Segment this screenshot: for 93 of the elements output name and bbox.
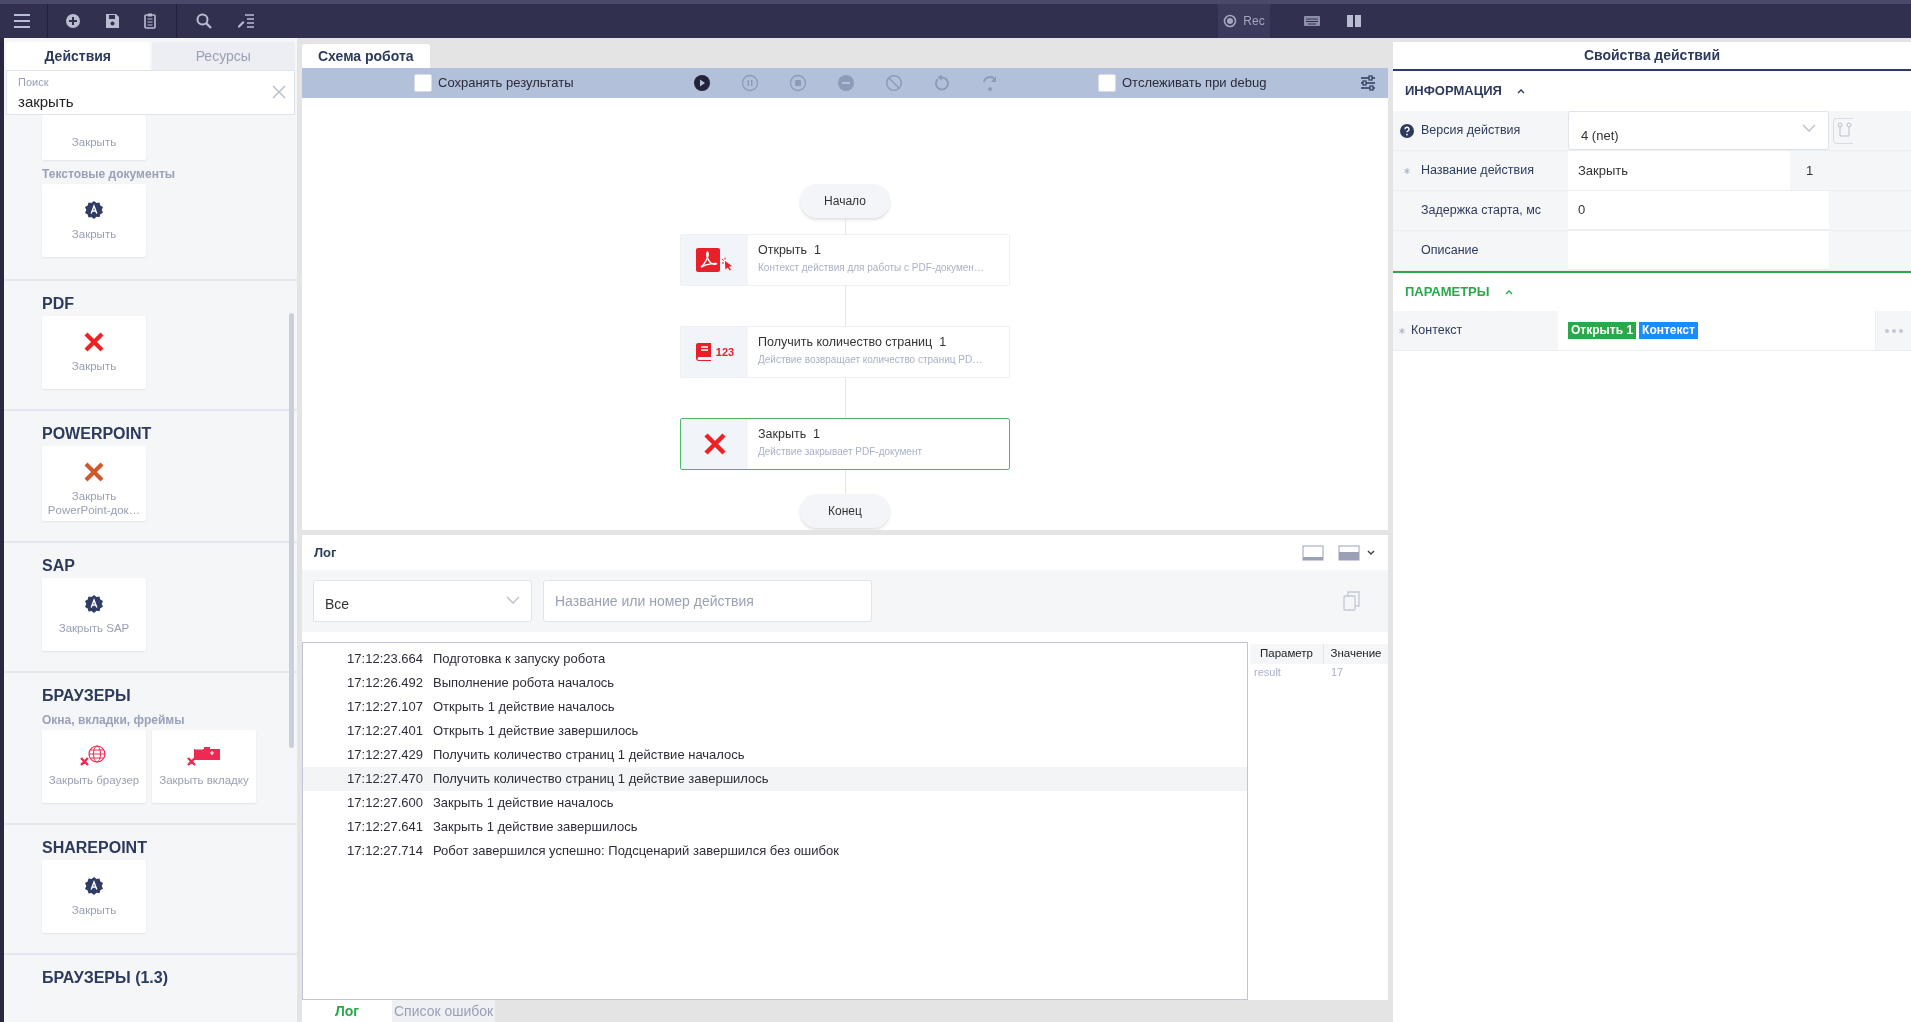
- field-label: Версия действия: [1421, 122, 1521, 140]
- action-label: Закрыть: [70, 903, 118, 917]
- section-title: SHAREPOINT: [42, 838, 148, 858]
- name-field[interactable]: Закрыть: [1568, 151, 1790, 190]
- panel-title: Лог: [314, 543, 337, 562]
- log-entry[interactable]: 17:12:27.401 Открыть 1 действие завершилось: [303, 719, 1247, 743]
- node-description: Действие закрывает PDF-документ: [758, 445, 922, 459]
- field-label: Название действия: [1421, 162, 1534, 180]
- schema-tab[interactable]: Схема робота: [302, 44, 430, 68]
- cross-icon: [83, 331, 105, 353]
- badge-icon: [84, 200, 104, 220]
- section-title: SAP: [42, 556, 76, 576]
- log-entry[interactable]: 17:12:27.600 Закрыть 1 действие началось: [303, 791, 1247, 815]
- rec-button[interactable]: Rec: [1218, 4, 1270, 38]
- log-entry[interactable]: 17:12:27.714 Робот завершился успешно: Подсценарий завершился без ошибок: [303, 839, 1247, 863]
- debug-checkbox[interactable]: Отслеживать при debug: [1098, 73, 1267, 93]
- log-search-field[interactable]: Название или номер действия: [543, 580, 872, 622]
- badge-icon: [84, 594, 104, 614]
- scrollbar[interactable]: [289, 313, 294, 748]
- field-label: Контекст: [1411, 322, 1463, 340]
- column-header: Параметр: [1250, 644, 1324, 664]
- action-node[interactable]: 123 Получить количество страниц 1 Действие возвращает количество страниц PD…: [680, 326, 1010, 378]
- flow-terminal[interactable]: Конец: [800, 494, 890, 528]
- version-dropdown[interactable]: 4 (net): [1568, 111, 1829, 150]
- chevron-icon[interactable]: [1515, 87, 1526, 95]
- log-entry[interactable]: 17:12:27.470 Получить количество страниц 1 действие завершилось: [303, 767, 1247, 791]
- table-cell-text: 17: [1330, 665, 1345, 680]
- table-cell-text: result: [1253, 665, 1282, 680]
- action-label: Закрыть: [70, 359, 118, 373]
- layout-split-icon[interactable]: [1338, 544, 1360, 561]
- panel-title: Свойства действий: [1393, 42, 1911, 71]
- action-label: Закрыть: [70, 227, 118, 241]
- field-label: Задержка старта, мс: [1421, 202, 1542, 220]
- log-entry[interactable]: 17:12:27.107 Открыть 1 действие началось: [303, 695, 1247, 719]
- search-label: Поиск: [18, 76, 50, 89]
- filter-dropdown[interactable]: Все: [313, 580, 532, 622]
- counter-label: 1: [1804, 161, 1815, 180]
- column-header: Значение: [1329, 646, 1383, 662]
- log-entry[interactable]: 17:12:23.664 Подготовка к запуску робота: [303, 647, 1247, 671]
- flow-terminal[interactable]: Начало: [800, 184, 890, 218]
- action-label: Закрыть: [70, 135, 118, 149]
- action-label: Закрыть вкладку: [158, 773, 250, 787]
- action-label: Закрыть PowerPoint-док…: [47, 489, 141, 517]
- action-node[interactable]: Открыть 1 Контекст действия для работы с PDF-докумен…: [680, 234, 1010, 286]
- badge-icon: [84, 876, 104, 896]
- action-node[interactable]: Закрыть 1 Действие закрывает PDF-документ: [680, 418, 1010, 470]
- book-icon[interactable]: [1346, 13, 1362, 29]
- section-subtitle: Текстовые документы: [42, 166, 176, 182]
- cross-icon: [702, 432, 727, 456]
- text-field[interactable]: 0: [1568, 191, 1829, 230]
- help-icon[interactable]: [1400, 123, 1414, 138]
- edit-list-icon[interactable]: [236, 11, 256, 31]
- panel-tab[interactable]: Действия: [6, 42, 150, 70]
- action-label: Закрыть браузер: [47, 773, 141, 787]
- section-title: БРАУЗЕРЫ (1.3): [42, 968, 170, 988]
- field-label: Описание: [1421, 242, 1479, 260]
- node-title: Открыть 1: [758, 242, 822, 258]
- tab-cross-icon: [186, 745, 222, 767]
- section-title: PDF: [42, 294, 75, 314]
- section-title: БРАУЗЕРЫ: [42, 686, 132, 706]
- section-title: ПАРАМЕТРЫ: [1405, 283, 1490, 302]
- book-icon: [694, 342, 713, 362]
- section-subtitle: Окна, вкладки, фреймы: [42, 712, 186, 728]
- caret-icon[interactable]: [1366, 547, 1376, 558]
- search-icon[interactable]: [194, 11, 214, 31]
- node-description: Действие возвращает количество страниц PD…: [758, 353, 983, 367]
- close-icon[interactable]: [272, 85, 286, 99]
- settings-sliders-icon[interactable]: [1359, 74, 1377, 92]
- layout-bottom-icon[interactable]: [1302, 544, 1324, 561]
- node-title: Закрыть 1: [758, 426, 822, 442]
- section-title: ИНФОРМАЦИЯ: [1405, 82, 1502, 101]
- search-input[interactable]: закрыть: [18, 91, 258, 114]
- log-entry[interactable]: 17:12:27.429 Получить количество страниц 1 действие началось: [303, 743, 1247, 767]
- globe-cross-icon: [79, 745, 109, 767]
- plus-icon[interactable]: [63, 11, 83, 31]
- action-label: Закрыть SAP: [57, 621, 131, 635]
- context-token: Контекст: [1639, 322, 1698, 339]
- record-icon: [1223, 14, 1238, 28]
- node-description: Контекст действия для работы с PDF-докумен…: [758, 261, 984, 275]
- log-entry[interactable]: 17:12:27.641 Закрыть 1 действие завершилось: [303, 815, 1247, 839]
- search-field[interactable]: Поиск закрыть: [6, 70, 295, 115]
- context-token: Открыть 1: [1568, 322, 1637, 339]
- menu-icon[interactable]: [12, 11, 32, 31]
- play-icon[interactable]: [693, 74, 711, 92]
- more-icon[interactable]: [1883, 327, 1904, 334]
- page-count-label: 123: [715, 344, 735, 360]
- keyboard-icon[interactable]: [1303, 14, 1321, 28]
- section-title: POWERPOINT: [42, 424, 153, 444]
- cross-icon: [83, 461, 105, 483]
- node-title: Получить количество страниц 1: [758, 334, 948, 350]
- text-field[interactable]: [1568, 231, 1829, 270]
- log-entry[interactable]: 17:12:26.492 Выполнение робота началось: [303, 671, 1247, 695]
- save-results-checkbox[interactable]: Сохранять результаты: [414, 73, 574, 93]
